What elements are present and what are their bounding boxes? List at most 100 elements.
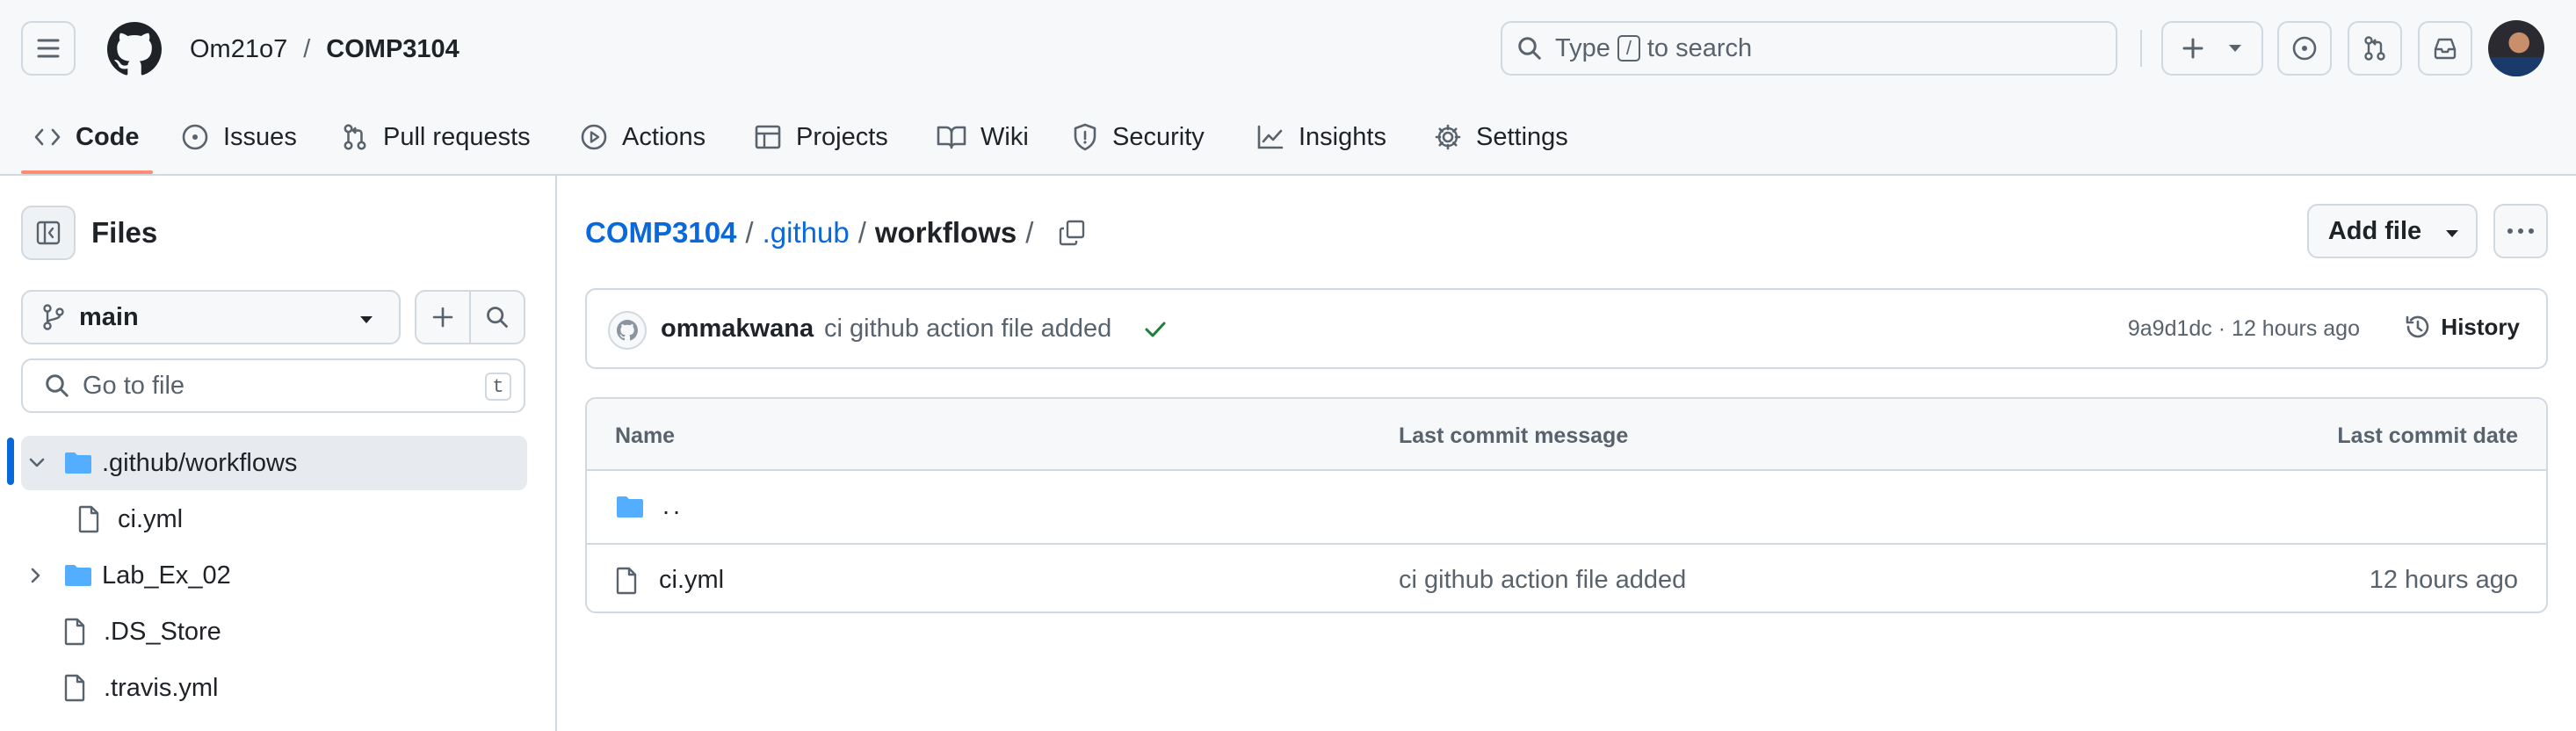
repo-breadcrumb: Om21o7 / COMP3104 xyxy=(190,33,459,66)
commit-author-avatar[interactable] xyxy=(608,311,647,350)
copy-icon xyxy=(1060,220,1085,246)
tree-item-label: .travis.yml xyxy=(104,673,219,702)
folder-icon xyxy=(65,565,91,586)
commit-message-cell[interactable]: ci github action file added xyxy=(1399,566,1686,595)
tab-security[interactable]: Security xyxy=(1072,116,1205,158)
search-placeholder: Type / to search xyxy=(1555,34,1752,63)
your-issues-button[interactable] xyxy=(2277,21,2332,76)
selected-item-indicator xyxy=(7,438,14,485)
app-header: Om21o7/COMP3104 Type/to search Code Is xyxy=(0,0,2576,176)
inbox-button[interactable] xyxy=(2418,21,2472,76)
commit-author-link[interactable]: ommakwana xyxy=(661,315,814,344)
sidebar-collapse-icon xyxy=(36,221,61,245)
graph-icon xyxy=(1257,125,1284,149)
hamburger-menu-button[interactable] xyxy=(21,21,76,76)
tab-issues[interactable]: Issues xyxy=(181,116,297,158)
your-pull-requests-button[interactable] xyxy=(2348,21,2402,76)
chevron-down-icon xyxy=(360,316,373,323)
active-tab-indicator xyxy=(21,170,153,174)
file-icon xyxy=(64,674,85,702)
go-to-file-input[interactable]: Go to file t xyxy=(21,358,525,413)
tab-settings[interactable]: Settings xyxy=(1434,116,1568,158)
add-file-sidebar-button[interactable] xyxy=(416,292,469,343)
search-icon xyxy=(1518,37,1541,60)
commit-sha-link[interactable]: 9a9d1dc xyxy=(2128,316,2212,341)
branch-icon xyxy=(43,304,64,330)
search-suffix: to search xyxy=(1646,33,1753,62)
tab-insights-label: Insights xyxy=(1299,122,1386,151)
more-options-button[interactable] xyxy=(2493,204,2548,258)
create-new-button[interactable] xyxy=(2161,21,2263,76)
tab-settings-label: Settings xyxy=(1476,122,1568,151)
commit-time: 12 hours ago xyxy=(2232,316,2360,341)
tree-item-label: .DS_Store xyxy=(104,617,221,646)
tab-wiki[interactable]: Wiki xyxy=(937,116,1029,158)
tree-item-ci-yml[interactable]: ci.yml xyxy=(21,492,527,546)
header-divider xyxy=(2140,30,2142,67)
tab-pull-requests[interactable]: Pull requests xyxy=(341,116,531,158)
copy-path-button[interactable] xyxy=(1058,219,1086,247)
parent-dir-link[interactable]: .. xyxy=(662,492,684,521)
tab-wiki-label: Wiki xyxy=(980,122,1029,151)
breadcrumb-dir-link[interactable]: .github xyxy=(763,214,850,251)
chevron-down-icon xyxy=(2229,45,2241,52)
chevron-right-icon xyxy=(31,568,40,583)
tab-actions[interactable]: Actions xyxy=(580,116,706,158)
search-files-button[interactable] xyxy=(469,292,524,343)
add-file-label: Add file xyxy=(2327,216,2422,245)
book-icon xyxy=(937,126,966,149)
hamburger-icon xyxy=(37,39,60,58)
issue-icon xyxy=(182,124,208,150)
check-icon[interactable] xyxy=(1142,316,1169,343)
tab-code[interactable]: Code xyxy=(33,116,140,158)
tree-item-ds-store[interactable]: .DS_Store xyxy=(21,604,527,659)
table-row-parent[interactable]: .. xyxy=(587,471,2546,541)
branch-selector[interactable]: main xyxy=(21,290,401,344)
file-icon xyxy=(64,618,85,646)
branch-name: main xyxy=(79,302,139,331)
repo-name-link[interactable]: COMP3104 xyxy=(326,35,459,63)
breadcrumb-separator: / xyxy=(1025,216,1034,249)
breadcrumb-current: workflows xyxy=(874,216,1017,249)
column-header-date: Last commit date xyxy=(2337,423,2518,448)
go-to-file-shortcut: t xyxy=(485,373,511,401)
sidebar-actions xyxy=(415,290,525,344)
chevron-down-icon xyxy=(2446,230,2458,237)
tab-projects[interactable]: Projects xyxy=(754,116,888,158)
file-name-link[interactable]: ci.yml xyxy=(659,566,724,595)
tree-item-github-workflows[interactable]: .github/workflows xyxy=(21,436,527,490)
gear-icon xyxy=(1435,124,1461,150)
breadcrumb-repo-link[interactable]: COMP3104 xyxy=(585,214,736,251)
code-icon xyxy=(34,128,61,146)
pull-request-icon xyxy=(344,124,366,150)
file-icon xyxy=(78,505,99,533)
history-icon xyxy=(2406,315,2429,338)
table-icon xyxy=(755,125,781,149)
add-file-button[interactable]: Add file xyxy=(2307,204,2478,258)
folder-open-icon xyxy=(65,452,91,474)
github-logo-icon[interactable] xyxy=(107,22,162,76)
pull-request-icon xyxy=(2364,36,2385,61)
go-to-file-placeholder: Go to file xyxy=(83,371,185,400)
global-search-input[interactable]: Type / to search xyxy=(1501,21,2117,76)
latest-commit-box: ommakwana ci github action file added 9a… xyxy=(585,288,2548,369)
commit-meta: 9a9d1dc · 12 hours ago xyxy=(2128,316,2360,342)
column-header-name: Name xyxy=(615,423,676,448)
history-button[interactable]: History xyxy=(2404,313,2520,341)
collapse-sidebar-button[interactable] xyxy=(21,206,76,260)
tree-item-lab-ex-02[interactable]: Lab_Ex_02 xyxy=(21,548,527,603)
plus-icon xyxy=(432,307,453,328)
directory-listing-table: Name Last commit message Last commit dat… xyxy=(585,397,2548,613)
commit-message-link[interactable]: ci github action file added xyxy=(824,315,1111,344)
plus-icon xyxy=(2182,38,2203,59)
tab-insights[interactable]: Insights xyxy=(1256,116,1386,158)
top-bar: Om21o7/COMP3104 Type / to search xyxy=(0,0,2576,98)
tree-item-travis-yml[interactable]: .travis.yml xyxy=(21,661,527,715)
issue-icon xyxy=(2292,36,2317,61)
path-breadcrumb: COMP3104 / .github / workflows / xyxy=(585,214,1086,251)
sidebar-title: Files xyxy=(91,216,158,249)
user-avatar[interactable] xyxy=(2488,20,2544,76)
commit-meta-separator: · xyxy=(2218,316,2226,341)
repo-owner-link[interactable]: Om21o7 xyxy=(190,35,287,63)
play-icon xyxy=(581,124,607,150)
